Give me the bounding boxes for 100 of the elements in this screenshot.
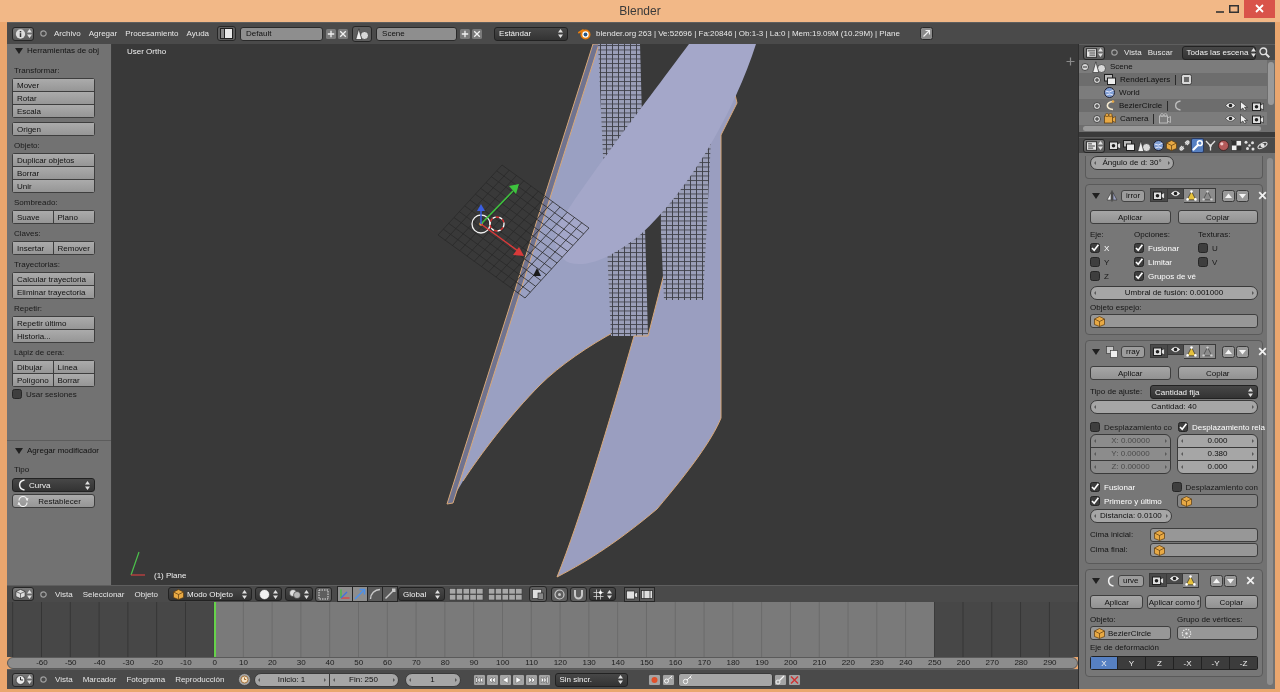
particles-icon[interactable] xyxy=(1243,138,1256,153)
axis-toggle[interactable]: -X xyxy=(1173,656,1202,670)
wrench-icon[interactable] xyxy=(1191,138,1204,153)
count-field[interactable]: Cantidad: 40 xyxy=(1090,400,1258,414)
triangle-vertices-icon[interactable] xyxy=(1182,573,1199,588)
dotted-square-icon[interactable] xyxy=(315,586,333,602)
menu-item[interactable]: Buscar xyxy=(1144,48,1176,57)
mode-dropdown[interactable]: Modo Objeto xyxy=(168,587,253,601)
editor-type-button[interactable] xyxy=(1083,45,1105,60)
target-icon[interactable] xyxy=(551,586,569,602)
triangle-vertices-icon[interactable] xyxy=(1183,344,1200,359)
window-icon[interactable] xyxy=(529,586,548,602)
search-icon[interactable] xyxy=(1258,47,1270,58)
expand-icon[interactable] xyxy=(1093,75,1101,84)
layer-grid-icon[interactable] xyxy=(449,587,485,601)
plus-icon[interactable] xyxy=(1066,57,1075,66)
outliner-item[interactable]: World xyxy=(1119,88,1140,97)
end-frame-field[interactable]: Fin: 250 xyxy=(328,672,399,687)
tool-button[interactable]: Eliminar trayectoria xyxy=(12,285,95,299)
layers-icon[interactable] xyxy=(1122,138,1136,153)
tool-button[interactable]: Duplicar objetos xyxy=(12,153,95,167)
offset-field[interactable]: 0.000 xyxy=(1177,460,1258,474)
editor-type-button[interactable] xyxy=(12,672,34,687)
pointer-icon[interactable] xyxy=(1240,113,1248,124)
menu-item[interactable]: Vista xyxy=(50,675,78,684)
play-reverse-icon[interactable] xyxy=(498,673,512,686)
editor-type-button[interactable] xyxy=(12,587,34,601)
plus-icon[interactable] xyxy=(460,28,471,39)
close-icon[interactable] xyxy=(1244,0,1275,18)
checkbox[interactable] xyxy=(1178,422,1189,432)
triangle-vertices-icon[interactable] xyxy=(1184,188,1201,203)
material-sphere-icon[interactable] xyxy=(1217,138,1230,153)
fit-type-dropdown[interactable]: Cantidad fija xyxy=(1150,385,1258,399)
object-field[interactable]: BezierCircle xyxy=(1090,626,1171,640)
play-icon[interactable] xyxy=(511,673,525,686)
layer-grid-icon[interactable] xyxy=(488,587,524,601)
object-field[interactable] xyxy=(1090,314,1258,328)
object-field[interactable] xyxy=(1150,528,1258,542)
arc-icon[interactable] xyxy=(368,586,384,602)
checkbox[interactable] xyxy=(1171,482,1182,492)
distance-field[interactable]: Distancia: 0.0100 xyxy=(1090,509,1172,523)
menu-item[interactable]: Fotograma xyxy=(121,675,171,684)
magnet-icon[interactable] xyxy=(570,586,588,602)
shading-dropdown[interactable] xyxy=(255,587,283,601)
menu-item[interactable]: Marcador xyxy=(77,675,122,684)
vertex-group-field[interactable] xyxy=(1177,626,1258,640)
panel-title[interactable]: Herramientas de obj xyxy=(27,46,100,55)
tool-button[interactable]: Remover xyxy=(52,241,95,255)
tool-button[interactable]: Plano xyxy=(52,210,95,224)
camera-icon[interactable] xyxy=(1252,113,1264,124)
menu-item[interactable]: Reproducción xyxy=(170,675,230,684)
modifier-button[interactable]: Copiar xyxy=(1177,210,1258,224)
camera-icon[interactable] xyxy=(624,586,641,602)
disclosure-triangle-icon[interactable] xyxy=(1092,577,1100,584)
tool-button[interactable]: Borrar xyxy=(52,373,95,387)
tool-button[interactable]: Escala xyxy=(12,104,95,118)
scrollbar[interactable] xyxy=(1267,158,1273,685)
checkbox[interactable] xyxy=(1134,257,1144,267)
checker-icon[interactable] xyxy=(1230,138,1243,153)
outliner-item[interactable]: Scene xyxy=(1110,62,1133,71)
angle-field[interactable]: Ángulo de d: 30° xyxy=(1090,156,1174,170)
modifier-name-field[interactable]: irror xyxy=(1121,189,1146,202)
checkbox[interactable] xyxy=(1090,422,1100,432)
panel-title[interactable]: Agregar modificador xyxy=(27,446,100,455)
checkbox[interactable] xyxy=(1090,243,1100,253)
tool-button[interactable]: Unir xyxy=(12,179,95,193)
menu-item[interactable]: Agregar xyxy=(84,29,122,38)
maximize-icon[interactable] xyxy=(1229,5,1239,13)
disclosure-triangle-icon[interactable] xyxy=(15,447,23,454)
checkbox[interactable] xyxy=(1090,496,1100,506)
scene-field[interactable]: Scene xyxy=(376,26,458,41)
checkbox[interactable] xyxy=(1198,257,1208,267)
axis-toggle[interactable]: Z xyxy=(1145,656,1174,670)
object-field[interactable] xyxy=(1150,543,1258,557)
camera-icon[interactable] xyxy=(1149,344,1168,358)
tool-button[interactable]: Mover xyxy=(12,78,95,92)
x-icon[interactable] xyxy=(787,673,801,686)
key-icon[interactable] xyxy=(773,673,787,686)
menu-item[interactable]: Objeto xyxy=(129,589,164,599)
curve-data-icon[interactable] xyxy=(1204,138,1217,153)
tool-button[interactable]: Borrar xyxy=(12,166,95,180)
menu-item[interactable]: Seleccionar xyxy=(77,589,130,599)
x-icon[interactable] xyxy=(338,28,349,39)
checkbox[interactable] xyxy=(1090,257,1100,267)
offset-field[interactable]: 0.000 xyxy=(1177,434,1258,448)
tool-button[interactable]: Suave xyxy=(12,210,54,224)
record-icon[interactable] xyxy=(647,673,661,686)
skip-start-icon[interactable] xyxy=(472,673,486,686)
scene-icon[interactable] xyxy=(1136,138,1152,153)
close-icon[interactable] xyxy=(1246,576,1255,585)
scene-icon[interactable] xyxy=(352,25,373,42)
menu-item[interactable]: Archivo xyxy=(50,29,85,38)
axes-icon[interactable] xyxy=(337,586,354,602)
tool-button[interactable]: Calcular trayectoria xyxy=(12,272,95,286)
tool-button[interactable]: Polígono xyxy=(12,373,54,387)
eye-icon[interactable] xyxy=(1168,188,1185,199)
fullscreen-icon[interactable] xyxy=(919,27,933,40)
camera-icon[interactable] xyxy=(1150,188,1169,202)
scrollbar[interactable] xyxy=(1083,126,1261,131)
axis-toggle[interactable]: Y xyxy=(1117,656,1146,670)
